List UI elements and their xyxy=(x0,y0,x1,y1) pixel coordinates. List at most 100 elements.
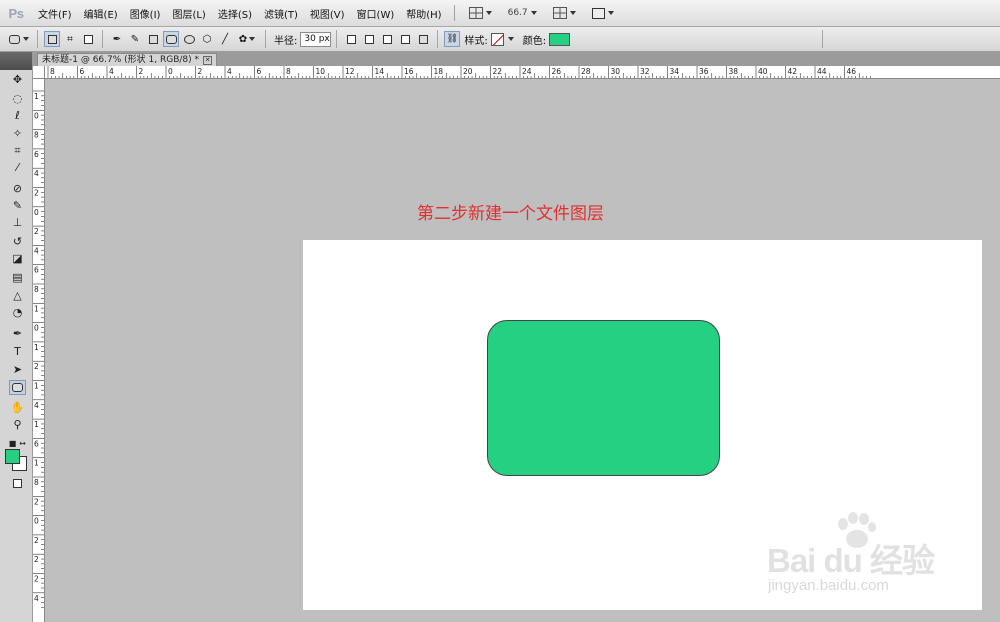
screen-frame-button[interactable] xyxy=(584,7,622,19)
close-icon[interactable]: ✕ xyxy=(203,55,212,65)
rounded-rectangle-button[interactable] xyxy=(163,31,179,47)
ruler-label: 26 xyxy=(552,67,562,76)
menu-filter[interactable]: 滤镜(T) xyxy=(258,6,304,21)
ruler-label: 4 xyxy=(34,401,39,410)
exclude-shape-area-button[interactable] xyxy=(415,31,431,47)
link-style-button[interactable]: ⛓ xyxy=(444,31,461,47)
ruler-label: 0 xyxy=(34,111,39,120)
chevron-down-icon xyxy=(485,11,492,15)
intersect-shape-area-button[interactable] xyxy=(397,31,413,47)
tool-preset-picker[interactable] xyxy=(7,31,31,47)
ruler-origin[interactable] xyxy=(33,66,45,79)
frame-icon xyxy=(591,7,605,19)
crop-tool-icon[interactable]: ⌗ xyxy=(9,143,26,158)
brush-tool-icon[interactable]: ✎ xyxy=(9,198,26,213)
menu-window[interactable]: 窗口(W) xyxy=(351,6,401,21)
color-swatches xyxy=(5,449,27,471)
screen-mode-button[interactable] xyxy=(461,7,500,19)
ruler-label: 2 xyxy=(34,536,39,545)
history-brush-tool-icon[interactable]: ↺ xyxy=(9,234,26,249)
ruler-label: 2 xyxy=(34,362,39,371)
link-icon: ⛓ xyxy=(446,34,459,44)
ruler-label: 22 xyxy=(493,67,503,76)
menu-image[interactable]: 图像(I) xyxy=(124,6,167,21)
style-picker[interactable] xyxy=(490,32,504,46)
quick-select-tool-icon[interactable]: ✧ xyxy=(9,126,26,141)
rounded-rectangle-shape[interactable] xyxy=(487,320,720,476)
vertical-ruler[interactable]: 108642024681012141618202224 xyxy=(33,79,45,622)
paths-button[interactable]: ⌗ xyxy=(62,31,78,47)
rounded-rectangle-tool-icon[interactable] xyxy=(9,380,26,395)
shape-layers-button[interactable] xyxy=(44,31,60,47)
menu-file[interactable]: 文件(F) xyxy=(32,6,78,21)
ellipse-button[interactable] xyxy=(181,31,197,47)
type-tool-icon[interactable]: T xyxy=(9,344,26,359)
options-divider xyxy=(437,30,439,48)
options-divider xyxy=(822,30,824,48)
gradient-tool-icon[interactable]: ▤ xyxy=(9,270,26,285)
clone-stamp-tool-icon[interactable]: ⊥ xyxy=(9,215,26,230)
horizontal-ruler[interactable]: 8 6 4 2 0 2 4 6 8 10 12 14 16 18 20 22 24 26 28 30 32 34 36 38 4… xyxy=(45,66,1000,79)
freeform-pen-icon: ✎ xyxy=(130,33,140,45)
foreground-color-swatch[interactable] xyxy=(5,449,20,464)
ruler-label: 36 xyxy=(699,67,709,76)
healing-tool-icon[interactable]: ⊘ xyxy=(9,181,26,196)
quick-mask-icon[interactable] xyxy=(9,476,26,491)
line-icon: ╱ xyxy=(221,33,229,45)
menu-layer[interactable]: 图层(L) xyxy=(166,6,211,21)
ruler-label: 8 xyxy=(34,285,39,294)
hand-tool-icon[interactable]: ✋ xyxy=(9,400,26,415)
ruler-label: 24 xyxy=(522,67,532,76)
zoom-level-value: 66.7 xyxy=(507,8,528,18)
menu-view[interactable]: 视图(V) xyxy=(304,6,351,21)
zoom-level-dropdown[interactable]: 66.7 xyxy=(500,8,545,18)
ruler-label: 0 xyxy=(34,324,39,333)
blur-tool-icon[interactable]: △ xyxy=(9,288,26,303)
eraser-tool-icon[interactable]: ◪ xyxy=(9,251,26,266)
exclude-area-icon xyxy=(418,34,428,44)
arrange-documents-button[interactable] xyxy=(545,7,584,19)
radius-input[interactable]: 30 px xyxy=(300,31,332,47)
toolbar-grip[interactable] xyxy=(0,52,32,70)
line-button[interactable]: ╱ xyxy=(217,31,233,47)
options-divider xyxy=(265,30,266,48)
new-shape-layer-button[interactable] xyxy=(343,31,359,47)
zoom-tool-icon[interactable]: ⚲ xyxy=(9,417,26,432)
ruler-label: 1 xyxy=(34,420,39,429)
ruler-label: 8 xyxy=(34,131,39,140)
menu-edit[interactable]: 编辑(E) xyxy=(78,6,124,21)
style-label: 样式: xyxy=(464,35,488,47)
custom-shape-button[interactable]: ✿ xyxy=(235,31,259,47)
menu-help[interactable]: 帮助(H) xyxy=(400,6,447,21)
marquee-tool-icon[interactable]: ◌ xyxy=(9,91,26,106)
ruler-label: 12 xyxy=(345,67,355,76)
fill-pixels-button[interactable] xyxy=(80,31,96,47)
rectangle-button[interactable] xyxy=(145,31,161,47)
menu-select[interactable]: 选择(S) xyxy=(212,6,258,21)
polygon-button[interactable]: ⬡ xyxy=(199,31,215,47)
ruler-label: 44 xyxy=(817,67,827,76)
document-tab[interactable]: 未标题-1 @ 66.7% (形状 1, RGB/8) * ✕ xyxy=(37,53,217,66)
options-divider xyxy=(336,30,338,48)
rounded-rectangle-icon xyxy=(165,34,177,44)
path-select-tool-icon[interactable]: ➤ xyxy=(9,362,26,377)
ruler-label: 28 xyxy=(581,67,591,76)
ruler-label: 32 xyxy=(640,67,650,76)
dodge-tool-icon[interactable]: ◔ xyxy=(9,305,26,320)
freeform-pen-button[interactable]: ✎ xyxy=(127,31,143,47)
color-label: 颜色: xyxy=(522,35,547,47)
eyedropper-tool-icon[interactable]: ⁄ xyxy=(9,160,26,175)
pen-tool-icon[interactable]: ✒ xyxy=(9,326,26,341)
chevron-down-icon[interactable] xyxy=(507,37,514,41)
subtract-shape-area-button[interactable] xyxy=(379,31,395,47)
ruler-label: 30 xyxy=(611,67,621,76)
pen-button[interactable]: ✒ xyxy=(109,31,125,47)
shape-color-swatch[interactable] xyxy=(549,32,571,46)
ruler-label: 4 xyxy=(34,169,39,178)
menu-bar: Ps 文件(F) 编辑(E) 图像(I) 图层(L) 选择(S) 滤镜(T) 视… xyxy=(0,0,1000,27)
add-shape-area-button[interactable] xyxy=(361,31,377,47)
ruler-label: 20 xyxy=(463,67,473,76)
ruler-label: 2 xyxy=(34,189,39,198)
move-tool-icon[interactable]: ✥ xyxy=(9,72,26,87)
lasso-tool-icon[interactable]: ℓ xyxy=(9,108,26,123)
